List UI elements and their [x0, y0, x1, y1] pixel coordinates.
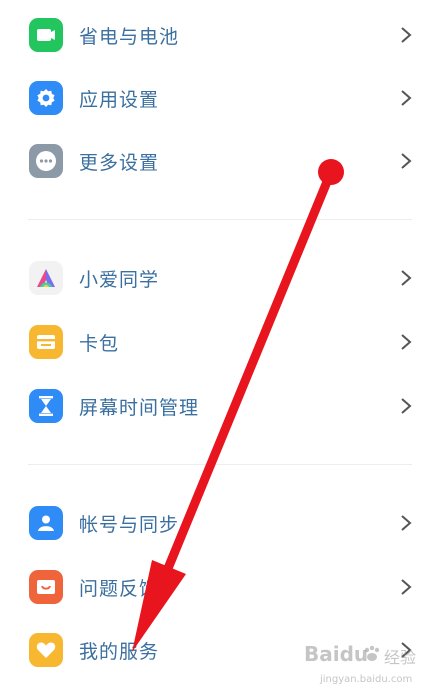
- settings-item-label: 屏幕时间管理: [79, 396, 200, 419]
- battery-icon: [29, 18, 63, 52]
- settings-item-wallet[interactable]: 卡包: [0, 314, 440, 370]
- feedback-icon: [29, 570, 63, 604]
- settings-item-screen-time[interactable]: 屏幕时间管理: [0, 378, 440, 434]
- settings-item-label: 卡包: [79, 332, 120, 355]
- hourglass-icon: [29, 389, 63, 423]
- chevron-right-icon: [401, 334, 412, 350]
- watermark-text: 经验: [384, 648, 417, 667]
- section-divider: [28, 219, 412, 220]
- watermark-brand: Baidu: [304, 642, 369, 666]
- paw-logo-icon: [364, 645, 380, 661]
- settings-item-more-settings[interactable]: 更多设置: [0, 133, 440, 189]
- settings-item-label: 小爱同学: [79, 268, 160, 291]
- xiaoai-logo-icon: [29, 261, 63, 295]
- settings-item-account-sync[interactable]: 帐号与同步: [0, 495, 440, 551]
- account-icon: [29, 506, 63, 540]
- settings-item-xiaoai[interactable]: 小爱同学: [0, 250, 440, 306]
- settings-item-app-settings[interactable]: 应用设置: [0, 70, 440, 126]
- section-divider: [28, 464, 412, 465]
- settings-item-battery[interactable]: 省电与电池: [0, 7, 440, 63]
- settings-item-label: 问题反馈: [79, 577, 160, 600]
- settings-item-label: 应用设置: [79, 88, 160, 111]
- gear-icon: [29, 81, 63, 115]
- settings-item-feedback[interactable]: 问题反馈: [0, 559, 440, 615]
- watermark-url: jingyan.baidu.com: [320, 674, 413, 685]
- settings-item-label: 更多设置: [79, 151, 160, 174]
- chevron-right-icon: [401, 270, 412, 286]
- heart-icon: [29, 633, 63, 667]
- chevron-right-icon: [401, 153, 412, 169]
- chevron-right-icon: [401, 515, 412, 531]
- chevron-right-icon: [401, 90, 412, 106]
- settings-item-label: 我的服务: [79, 640, 160, 663]
- settings-item-label: 帐号与同步: [79, 513, 180, 536]
- chevron-right-icon: [401, 27, 412, 43]
- wallet-icon: [29, 325, 63, 359]
- chevron-right-icon: [401, 579, 412, 595]
- chevron-right-icon: [401, 398, 412, 414]
- settings-item-label: 省电与电池: [79, 25, 180, 48]
- more-dots-icon: [29, 144, 63, 178]
- baidu-jingyan-watermark: Baidu 经验 jingyan.baidu.com: [300, 640, 430, 694]
